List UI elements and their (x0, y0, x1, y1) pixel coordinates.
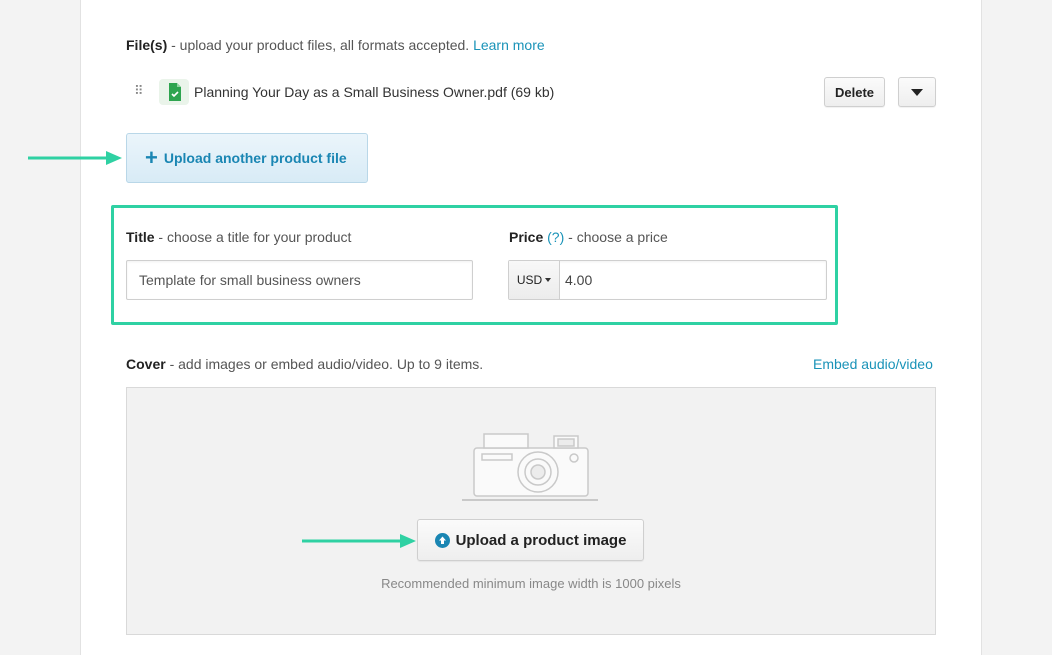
files-label-bold: File(s) (126, 37, 168, 53)
annotation-arrow-icon (28, 151, 122, 165)
title-label: Title - choose a title for your product (126, 229, 351, 245)
plus-icon: + (145, 145, 158, 170)
file-name: Planning Your Day as a Small Business Ow… (194, 84, 555, 100)
embed-audio-video-link[interactable]: Embed audio/video (813, 356, 933, 372)
chevron-down-icon (911, 88, 923, 96)
upload-another-label: Upload another product file (163, 150, 347, 166)
pdf-file-icon (159, 79, 189, 105)
annotation-arrow-icon (302, 534, 416, 548)
delete-file-button[interactable]: Delete (824, 77, 885, 107)
currency-select[interactable]: USD (509, 261, 560, 299)
upload-image-label: Upload a product image (455, 531, 627, 549)
price-label: Price (?) - choose a price (509, 229, 668, 245)
price-label-text: - choose a price (564, 229, 668, 245)
price-label-bold: Price (509, 229, 544, 245)
price-input[interactable]: 4.00 (560, 272, 592, 288)
files-label: File(s) - upload your product files, all… (126, 37, 545, 53)
upload-product-image-button[interactable]: Upload a product image (417, 519, 644, 561)
files-label-text: - upload your product files, all formats… (167, 37, 470, 53)
upload-icon (434, 532, 450, 548)
title-input-value: Template for small business owners (139, 272, 361, 288)
image-recommendation-text: Recommended minimum image width is 1000 … (381, 576, 681, 591)
upload-another-file-button[interactable]: + Upload another product file (126, 133, 368, 183)
cover-drop-area[interactable] (126, 387, 936, 635)
cover-label-bold: Cover (126, 356, 166, 372)
drag-handle-icon[interactable]: ⠿ (134, 83, 143, 99)
cover-label: Cover - add images or embed audio/video.… (126, 356, 483, 372)
title-label-text: - choose a title for your product (154, 229, 352, 245)
currency-value: USD (516, 273, 543, 287)
learn-more-link[interactable]: Learn more (473, 37, 545, 53)
price-field: USD 4.00 (508, 260, 827, 300)
camera-icon (462, 433, 598, 501)
caret-down-icon (545, 278, 552, 282)
file-options-dropdown-button[interactable] (898, 77, 936, 107)
cover-label-text: - add images or embed audio/video. Up to… (165, 356, 484, 372)
price-help-link[interactable]: (?) (547, 229, 564, 245)
title-label-bold: Title (126, 229, 155, 245)
title-input[interactable]: Template for small business owners (126, 260, 473, 300)
